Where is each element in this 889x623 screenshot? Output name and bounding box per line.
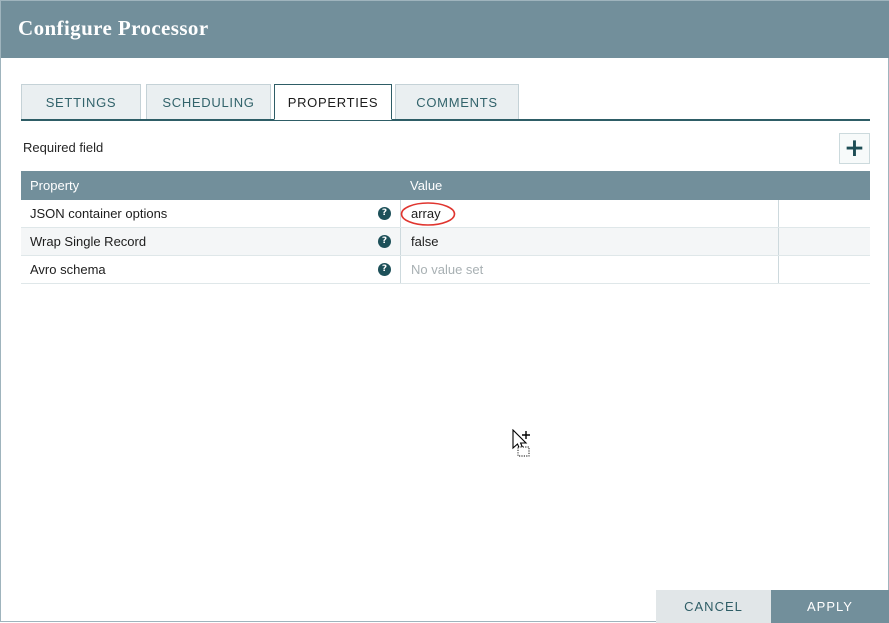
tab-underline-divider — [21, 119, 870, 121]
property-name-cell: Wrap Single Record ? — [21, 228, 400, 255]
tab-scheduling-label: SCHEDULING — [162, 95, 255, 110]
page-title: Configure Processor — [18, 16, 209, 40]
table-row[interactable]: Avro schema ? No value set — [21, 256, 870, 284]
apply-button[interactable]: APPLY — [771, 590, 889, 623]
tab-settings[interactable]: SETTINGS — [21, 84, 141, 120]
column-header-value: Value — [410, 178, 443, 193]
property-name-label: JSON container options — [30, 206, 168, 221]
tab-settings-label: SETTINGS — [45, 95, 117, 110]
add-property-button[interactable]: + — [839, 133, 870, 164]
tab-scheduling[interactable]: SCHEDULING — [146, 84, 271, 120]
property-name-cell: Avro schema ? — [21, 256, 400, 283]
dialog-header: Configure Processor — [1, 1, 889, 58]
property-value-text: false — [411, 234, 439, 249]
property-value-text: array — [411, 206, 441, 221]
help-icon[interactable]: ? — [378, 235, 391, 248]
cancel-button[interactable]: CANCEL — [656, 590, 771, 623]
property-value-placeholder: No value set — [411, 262, 484, 277]
properties-table: Property Value JSON container options ? … — [21, 171, 870, 284]
cancel-button-label: CANCEL — [684, 599, 743, 614]
column-header-property: Property — [30, 178, 80, 193]
required-field-label: Required field — [23, 140, 104, 155]
property-name-label: Wrap Single Record — [30, 234, 147, 249]
help-icon[interactable]: ? — [378, 263, 391, 276]
table-row[interactable]: JSON container options ? array — [21, 200, 870, 228]
row-actions-cell — [778, 256, 870, 283]
row-actions-cell — [778, 200, 870, 227]
help-icon[interactable]: ? — [378, 207, 391, 220]
row-actions-cell — [778, 228, 870, 255]
property-name-label: Avro schema — [30, 262, 106, 277]
table-header-row: Property Value — [21, 171, 870, 200]
tab-bar: SETTINGS SCHEDULING PROPERTIES COMMENTS — [1, 84, 889, 120]
tab-comments-label: COMMENTS — [416, 95, 498, 110]
plus-icon: + — [844, 133, 865, 162]
property-value-cell[interactable]: No value set — [400, 256, 778, 283]
configure-processor-dialog: Configure Processor SETTINGS SCHEDULING … — [0, 0, 889, 623]
property-name-cell: JSON container options ? — [21, 200, 400, 227]
property-value-cell[interactable]: array — [400, 200, 778, 227]
property-value-cell[interactable]: false — [400, 228, 778, 255]
mouse-cursor — [512, 429, 530, 457]
tab-comments[interactable]: COMMENTS — [395, 84, 519, 120]
table-row[interactable]: Wrap Single Record ? false — [21, 228, 870, 256]
apply-button-label: APPLY — [807, 599, 853, 614]
tab-properties[interactable]: PROPERTIES — [274, 84, 392, 120]
tab-properties-label: PROPERTIES — [287, 94, 379, 110]
